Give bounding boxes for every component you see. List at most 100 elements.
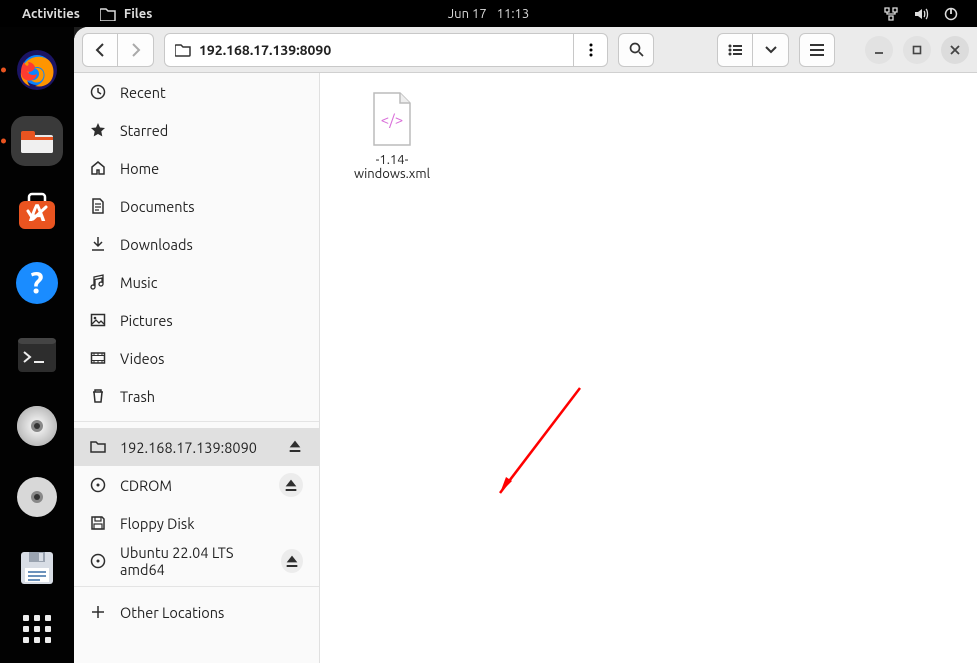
eject-button[interactable] <box>279 473 303 497</box>
hamburger-menu-button[interactable] <box>799 33 835 67</box>
star-icon <box>90 122 106 138</box>
file-item[interactable]: </> -1.14-windows.xml <box>348 91 436 181</box>
floppy-icon <box>90 515 106 531</box>
clock[interactable]: Jun 17 11:13 <box>448 7 529 21</box>
sidebar-videos[interactable]: Videos <box>74 339 319 377</box>
dock-floppy[interactable] <box>11 544 63 593</box>
power-icon[interactable] <box>943 6 959 22</box>
ubuntu-dock: A ? <box>0 27 74 663</box>
annotation-arrow <box>490 383 590 503</box>
sidebar-cdrom[interactable]: CDROM <box>74 466 319 504</box>
svg-text:A: A <box>29 199 46 226</box>
headerbar: 192.168.17.139:8090 <box>74 27 977 73</box>
dock-software[interactable]: A <box>11 188 63 237</box>
sidebar-network-mount[interactable]: 192.168.17.139:8090 <box>74 428 319 466</box>
chevron-down-icon <box>765 46 777 54</box>
sidebar-ubuntu-iso[interactable]: Ubuntu 22.04 LTS amd64 <box>74 542 319 580</box>
svg-text:?: ? <box>30 265 43 299</box>
label: Pictures <box>120 312 173 329</box>
label: Recent <box>120 84 166 101</box>
document-icon <box>90 198 106 214</box>
path-bar[interactable]: 192.168.17.139:8090 <box>164 33 608 67</box>
sidebar-starred[interactable]: Starred <box>74 111 319 149</box>
folder-icon <box>175 43 191 57</box>
dock-files[interactable] <box>11 116 63 165</box>
video-icon <box>90 350 106 366</box>
svg-text:</>: </> <box>381 111 403 128</box>
sidebar-home[interactable]: Home <box>74 149 319 187</box>
dock-help[interactable]: ? <box>11 259 63 308</box>
files-window: 192.168.17.139:8090 Recent <box>74 27 977 663</box>
download-icon <box>90 236 106 252</box>
close-button[interactable] <box>941 36 969 64</box>
folder-icon <box>100 7 116 21</box>
dock-terminal[interactable] <box>11 330 63 379</box>
places-sidebar: Recent Starred Home Documents Downloads <box>74 73 320 663</box>
trash-icon <box>90 388 106 404</box>
sidebar-trash[interactable]: Trash <box>74 377 319 415</box>
disc-icon <box>90 477 106 493</box>
time: 11:13 <box>497 7 530 21</box>
label: Downloads <box>120 236 193 253</box>
eject-button[interactable] <box>281 549 303 573</box>
sidebar-other-locations[interactable]: Other Locations <box>74 593 319 631</box>
minimize-button[interactable] <box>865 36 893 64</box>
kebab-icon <box>589 43 593 57</box>
sidebar-downloads[interactable]: Downloads <box>74 225 319 263</box>
eject-icon <box>284 553 300 569</box>
view-list-button[interactable] <box>717 33 753 67</box>
search-icon <box>629 42 644 57</box>
hamburger-icon <box>810 44 824 56</box>
maximize-button[interactable] <box>903 36 931 64</box>
list-icon <box>728 44 742 56</box>
folder-icon <box>90 439 106 455</box>
image-icon <box>90 312 106 328</box>
label: Trash <box>120 388 155 405</box>
separator <box>74 586 319 587</box>
xml-file-icon: </> <box>368 91 416 147</box>
path-text: 192.168.17.139:8090 <box>199 42 331 58</box>
home-icon <box>90 160 106 176</box>
eject-button[interactable] <box>287 438 303 457</box>
eject-icon <box>287 438 303 454</box>
gnome-top-panel: Activities Files Jun 17 11:13 <box>0 0 977 27</box>
sidebar-music[interactable]: Music <box>74 263 319 301</box>
label: CDROM <box>120 477 172 494</box>
search-button[interactable] <box>618 33 654 67</box>
nav-forward-button[interactable] <box>118 33 154 67</box>
sidebar-recent[interactable]: Recent <box>74 73 319 111</box>
label: Documents <box>120 198 195 215</box>
sidebar-floppy[interactable]: Floppy Disk <box>74 504 319 542</box>
separator <box>74 421 319 422</box>
current-app-menu[interactable]: Files <box>100 7 152 21</box>
nav-back-button[interactable] <box>82 33 118 67</box>
sidebar-documents[interactable]: Documents <box>74 187 319 225</box>
label: Other Locations <box>120 604 224 621</box>
disc-icon <box>90 553 106 569</box>
label: Starred <box>120 122 168 139</box>
label: 192.168.17.139:8090 <box>120 439 257 456</box>
app-name: Files <box>124 7 152 21</box>
eject-icon <box>283 477 299 493</box>
label: Home <box>120 160 159 177</box>
path-menu-button[interactable] <box>573 34 607 66</box>
volume-icon[interactable] <box>913 6 929 22</box>
dock-disc-1[interactable] <box>11 401 63 450</box>
network-icon[interactable] <box>883 6 899 22</box>
label: Ubuntu 22.04 LTS amd64 <box>120 544 267 578</box>
show-applications[interactable] <box>23 615 51 643</box>
label: Floppy Disk <box>120 515 195 532</box>
file-name: -1.14-windows.xml <box>348 153 436 181</box>
date: Jun 17 <box>448 7 487 21</box>
activities-button[interactable]: Activities <box>22 7 80 21</box>
dock-disc-2[interactable] <box>11 473 63 522</box>
sidebar-pictures[interactable]: Pictures <box>74 301 319 339</box>
music-icon <box>90 274 106 290</box>
dock-firefox[interactable] <box>11 45 63 94</box>
label: Videos <box>120 350 164 367</box>
clock-icon <box>90 84 106 100</box>
file-view[interactable]: </> -1.14-windows.xml <box>320 73 977 663</box>
label: Music <box>120 274 157 291</box>
plus-icon <box>90 604 106 620</box>
view-options-button[interactable] <box>753 33 789 67</box>
